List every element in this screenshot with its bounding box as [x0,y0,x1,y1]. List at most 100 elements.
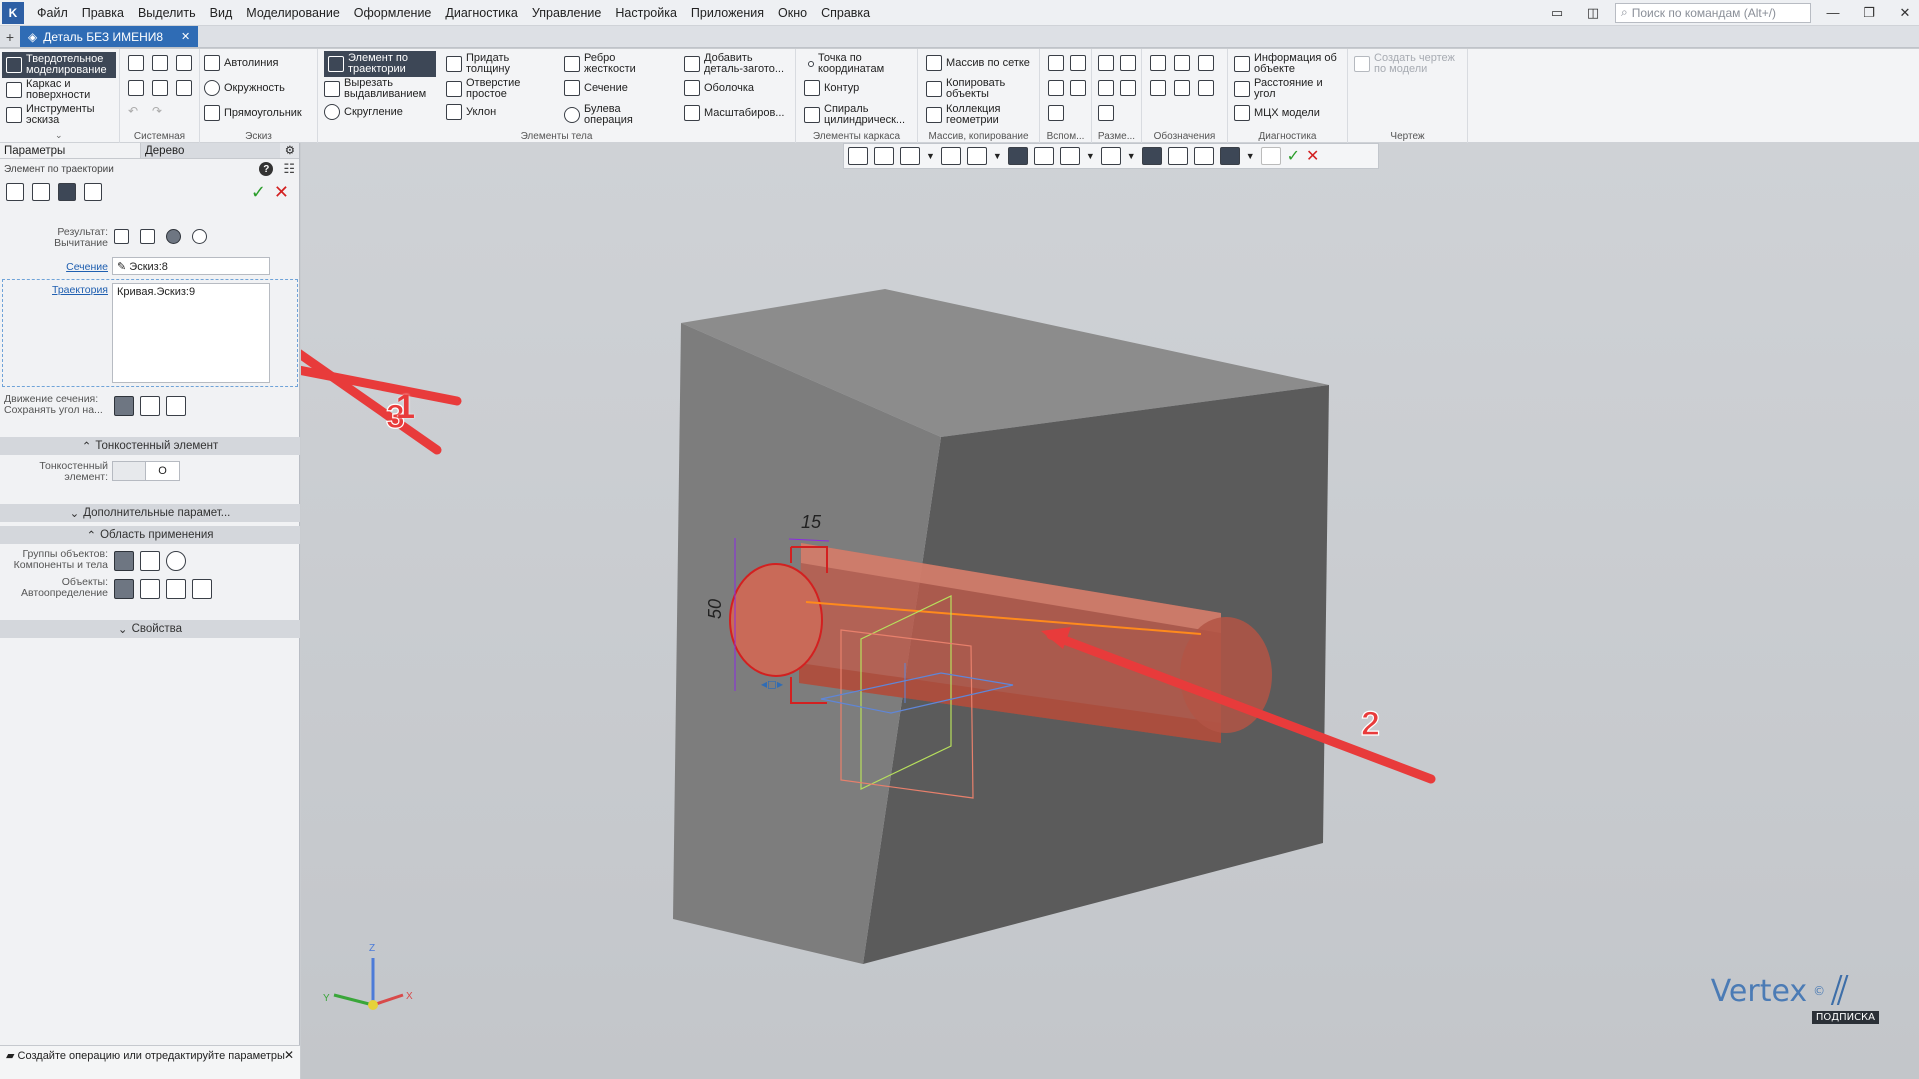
trajectory-list[interactable]: Кривая.Эскиз:9 [112,283,270,383]
dim-angle-icon[interactable] [1120,55,1136,71]
print-icon[interactable] [128,80,144,96]
mode-frame-surfaces[interactable]: Каркас и поверхности [6,79,116,101]
preview-icon[interactable] [152,80,168,96]
trajectory-link[interactable]: Траектория [4,284,108,296]
aux-axis-icon[interactable] [1070,55,1086,71]
menu-edit[interactable]: Правка [75,6,131,20]
blue-handle-marker[interactable]: ◂◻▸ [761,677,783,691]
mode-solid-modeling[interactable]: Твердотельное моделирование [2,52,116,78]
aux-point-icon[interactable] [1048,80,1064,96]
boolean-button[interactable]: Булева операция [564,104,644,126]
open-file-icon[interactable] [152,55,168,71]
result-add-icon[interactable] [140,229,155,244]
save-file-icon[interactable] [176,55,192,71]
motion-keep-angle-icon[interactable] [114,396,134,416]
shell-button[interactable]: Оболочка [684,80,754,96]
point-by-coords-button[interactable]: Точка по координатам [808,53,908,75]
tab-tree[interactable]: Дерево [140,143,280,158]
collapse-chevron-icon[interactable]: ⌄ [55,130,63,141]
motion-parallel-icon[interactable] [140,396,160,416]
menu-design[interactable]: Оформление [347,6,439,20]
document-tab[interactable]: ◈ Деталь БЕЗ ИМЕНИ8 ✕ [20,26,199,47]
geometry-collection-button[interactable]: Коллекция геометрии [926,104,1036,126]
cancel-cross-icon[interactable]: ✕ [274,182,289,203]
autoline-button[interactable]: Автолиния [204,55,278,71]
app-logo-icon[interactable]: K [2,1,24,24]
menu-window[interactable]: Окно [771,6,814,20]
layout-icon[interactable]: ▭ [1543,3,1571,23]
section-button[interactable]: Сечение [564,80,628,96]
menu-help[interactable]: Справка [814,6,877,20]
circle-button[interactable]: Окружность [204,80,285,96]
params-tab-icon-3[interactable] [58,183,76,201]
fillet-button[interactable]: Скругление [324,104,403,120]
width-dimension-text[interactable]: 15 [801,512,822,532]
scope-section-header[interactable]: ⌃ Область применения [0,526,300,544]
minimize-icon[interactable]: — [1819,3,1847,23]
scale-button[interactable]: Масштабиров... [684,105,784,121]
sweep-element-button[interactable]: Элемент по траектории [324,51,436,77]
tab-close-icon[interactable]: ✕ [181,30,190,43]
mark-position-icon[interactable] [1198,80,1214,96]
groups-components-icon[interactable] [114,551,134,571]
thin-wall-toggle[interactable]: O [112,461,180,481]
simple-hole-button[interactable]: Отверстие простое [446,78,536,100]
thicken-button[interactable]: Придать толщину [446,53,536,75]
result-intersect-icon[interactable] [192,229,207,244]
aux-line-icon[interactable] [1048,105,1064,121]
command-search-input[interactable]: ⌕ Поиск по командам (Alt+/) [1615,2,1811,23]
add-blank-button[interactable]: Добавить деталь-загото... [684,53,794,75]
aux-csys-icon[interactable] [1070,80,1086,96]
mode-sketch-tools[interactable]: Инструменты эскиза [6,104,116,126]
mark-rough-icon[interactable] [1174,55,1190,71]
object-info-button[interactable]: Информация об объекте [1234,53,1346,75]
helix-button[interactable]: Спираль цилиндрическ... [804,104,914,126]
create-drawing-button[interactable]: Создать чертеж по модели [1354,53,1464,75]
objects-exclude-icon[interactable] [166,579,186,599]
params-tab-icon-4[interactable] [84,183,102,201]
params-tab-icon-2[interactable] [32,183,50,201]
tree-view-icon[interactable]: ☷ [283,161,295,177]
section-link[interactable]: Сечение [4,261,108,273]
undo-icon[interactable]: ↶ [128,104,138,118]
distance-angle-button[interactable]: Расстояние и угол [1234,78,1346,100]
restore-icon[interactable]: ❐ [1855,3,1883,23]
menu-view[interactable]: Вид [203,6,240,20]
menu-file[interactable]: Файл [30,6,75,20]
gear-icon[interactable]: ⚙ [281,143,299,158]
dim-radius-icon[interactable] [1098,80,1114,96]
close-icon[interactable]: ✕ [1891,3,1919,23]
dim-diameter-icon[interactable] [1120,80,1136,96]
objects-auto-icon[interactable] [114,579,134,599]
objects-add-icon[interactable] [192,579,212,599]
mark-leader-icon[interactable] [1150,80,1166,96]
groups-tree-icon[interactable] [140,551,160,571]
mark-thread-icon[interactable] [1150,55,1166,71]
draft-button[interactable]: Уклон [446,104,496,120]
contour-button[interactable]: Контур [804,80,859,96]
dim-linear-icon[interactable] [1098,55,1114,71]
menu-apps[interactable]: Приложения [684,6,771,20]
properties-section-header[interactable]: ⌄ Свойства [0,620,300,638]
groups-bodies-icon[interactable] [166,551,186,571]
grid-array-button[interactable]: Массив по сетке [926,55,1030,71]
menu-control[interactable]: Управление [525,6,609,20]
dim-auto-icon[interactable] [1098,105,1114,121]
rectangle-button[interactable]: Прямоугольник [204,105,302,121]
copy-objects-button[interactable]: Копировать объекты [926,78,1036,100]
objects-select-icon[interactable] [140,579,160,599]
menu-diagnostics[interactable]: Диагностика [438,6,524,20]
mark-tolerance-icon[interactable] [1174,80,1190,96]
menu-settings[interactable]: Настройка [608,6,684,20]
params-tab-icon-1[interactable] [6,183,24,201]
help-icon[interactable]: ? [259,162,274,176]
menu-select[interactable]: Выделить [131,6,203,20]
mass-props-button[interactable]: МЦХ модели [1234,105,1320,121]
new-tab-icon[interactable]: + [0,27,20,47]
redo-icon[interactable]: ↷ [152,104,162,118]
extrude-cut-button[interactable]: Вырезать выдавливанием [324,78,444,100]
extra-params-section-header[interactable]: ⌄ Дополнительные парамет... [0,504,300,522]
result-base-icon[interactable] [114,229,129,244]
result-subtract-icon[interactable] [166,229,181,244]
status-close-icon[interactable]: ✕ [284,1048,294,1062]
